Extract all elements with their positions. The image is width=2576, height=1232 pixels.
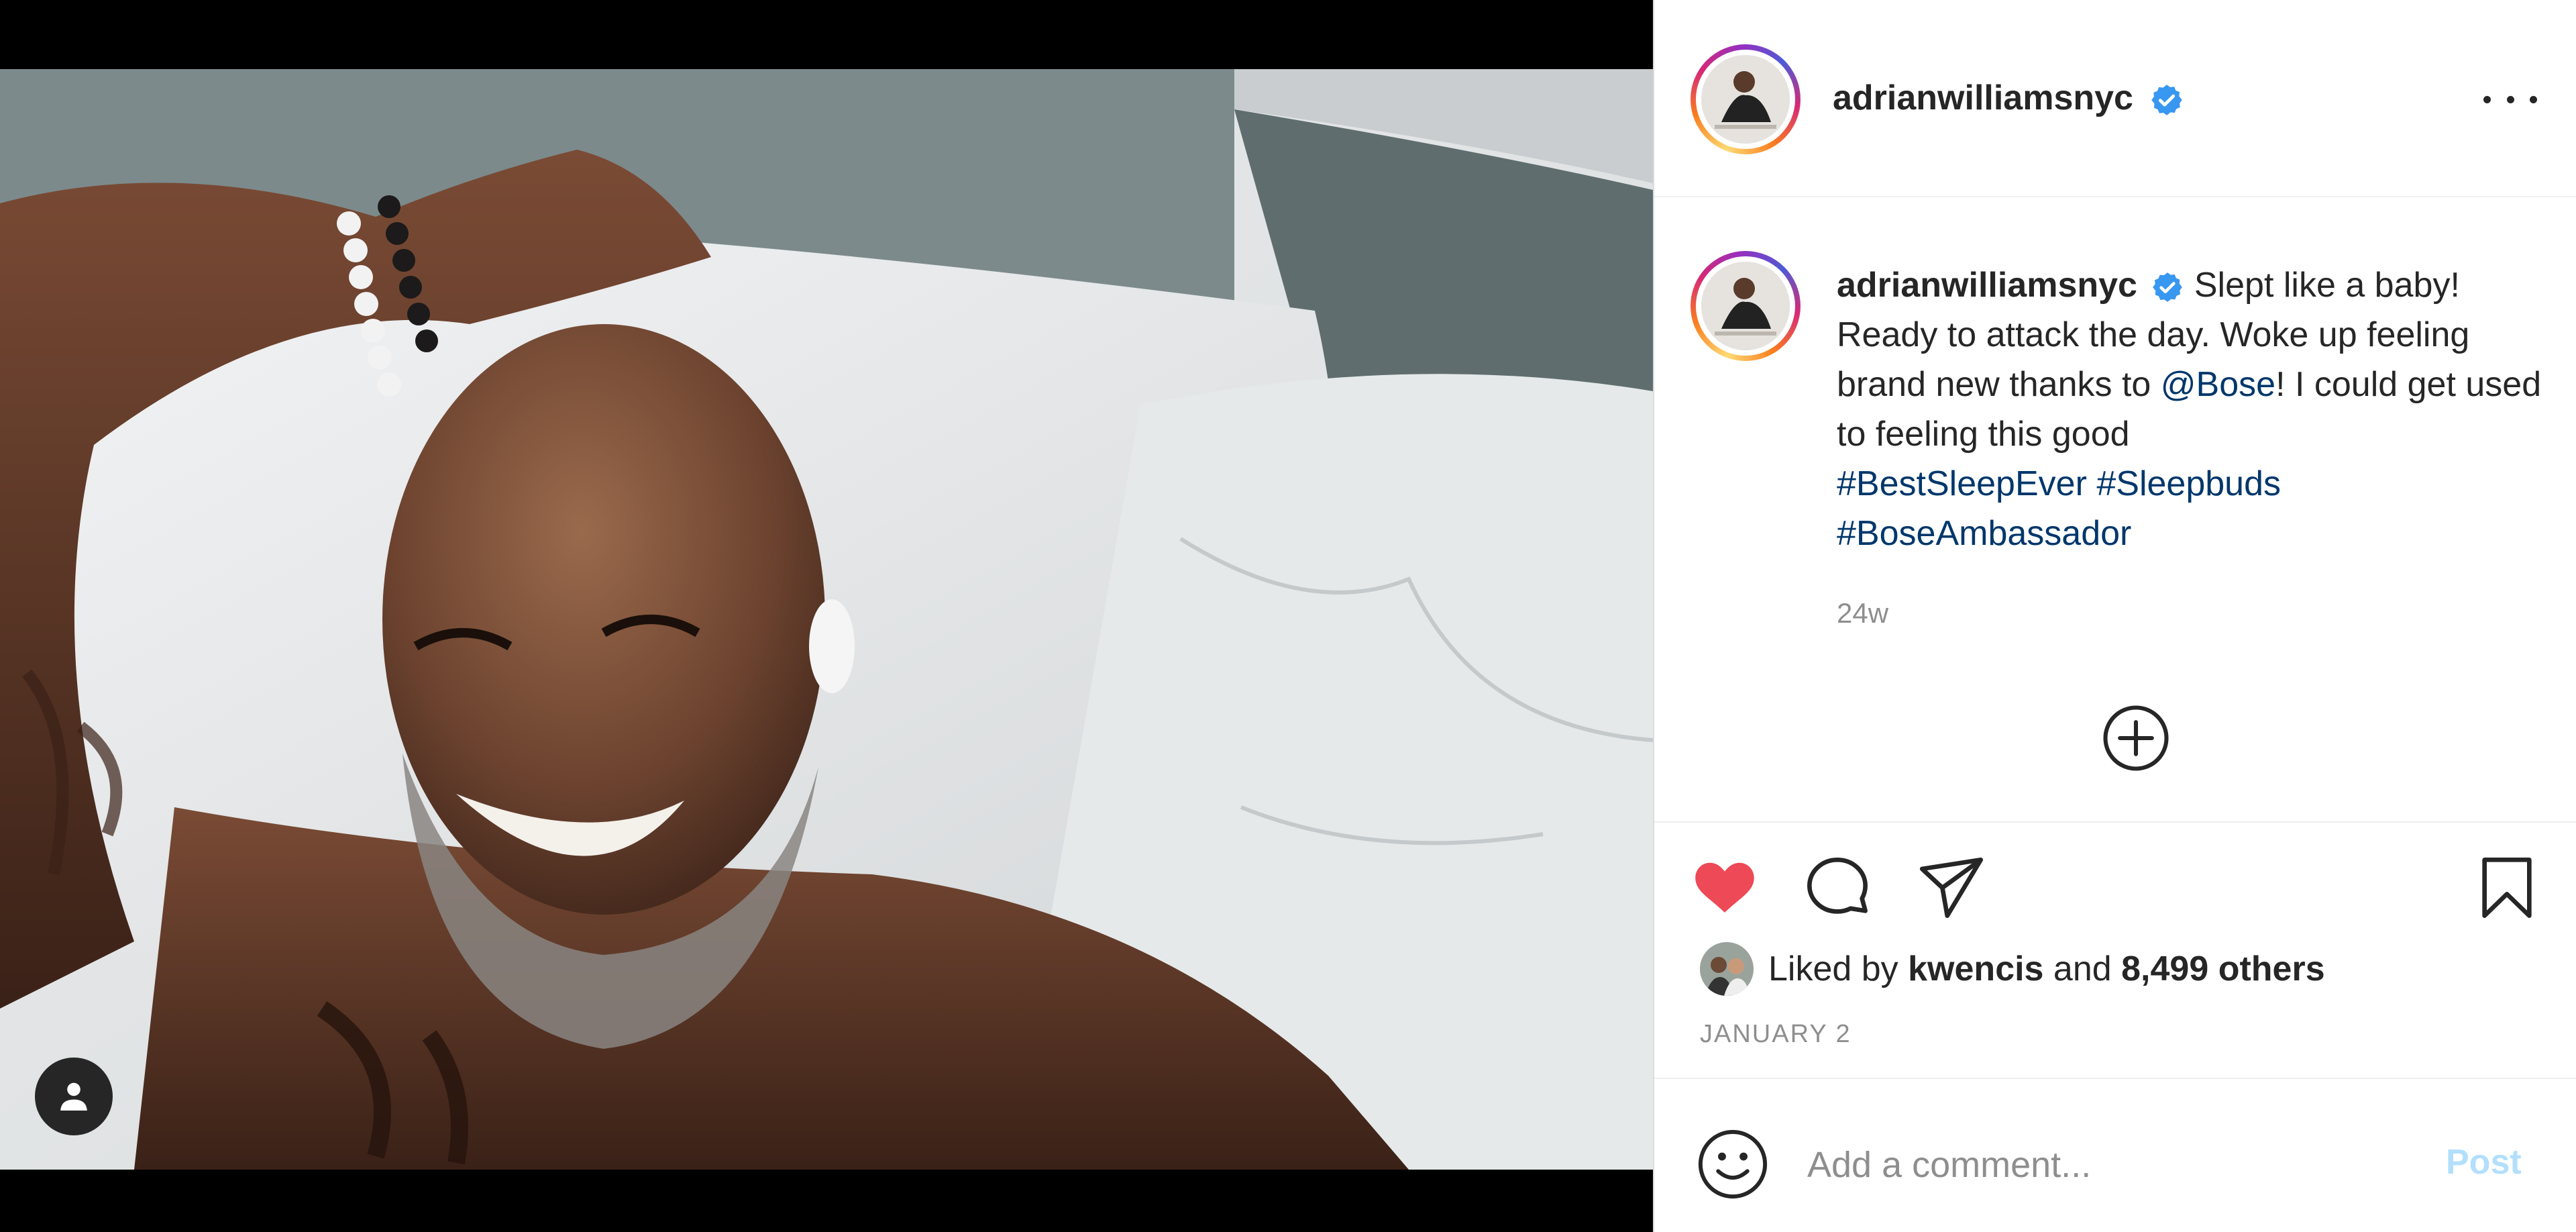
post-actions: Liked by kwencis and 8,499 others JANUAR… <box>1654 823 2576 1079</box>
bookmark-icon <box>2482 858 2532 918</box>
smiley-icon <box>1698 1129 1768 1199</box>
comment-input[interactable] <box>1806 1127 2412 1202</box>
liker-username[interactable]: kwencis <box>1908 949 2043 989</box>
user-tag-icon <box>60 1082 87 1111</box>
header-username[interactable]: adrianwilliamsnyc <box>1833 78 2184 118</box>
likes-summary: Liked by kwencis and 8,499 others <box>1700 942 2325 996</box>
post-photo-illustration <box>0 69 1653 1170</box>
emoji-button[interactable] <box>1696 1127 1770 1201</box>
avatar-image <box>1700 942 1754 996</box>
like-button[interactable] <box>1688 851 1762 925</box>
load-more-comments-button[interactable] <box>2101 703 2171 773</box>
heart-filled-icon <box>1695 862 1754 913</box>
more-options-icon[interactable] <box>2483 86 2537 113</box>
post-photo[interactable] <box>0 69 1653 1170</box>
mention-link[interactable]: @Bose <box>2161 365 2275 404</box>
hashtag-link[interactable]: #BestSleepEver <box>1837 464 2087 503</box>
likes-prefix: Liked by <box>1768 949 1909 988</box>
post-date[interactable]: JANUARY 2 <box>1700 1020 1851 1049</box>
verified-badge-icon <box>2153 272 2183 303</box>
comment-bubble-icon <box>1807 858 1868 914</box>
caption-text: adrianwilliamsnyc Slept like a baby! Rea… <box>1837 260 2548 558</box>
save-button[interactable] <box>2470 851 2544 925</box>
share-button[interactable] <box>1915 851 1988 925</box>
post-media-pane <box>0 0 1653 1232</box>
paper-plane-icon <box>1919 858 1984 918</box>
tag-user-button[interactable] <box>35 1058 113 1135</box>
dot <box>2483 95 2491 103</box>
avatar-image <box>1701 55 1790 144</box>
dot <box>2506 95 2514 103</box>
comment-bar: Post <box>1654 1079 2576 1232</box>
username-text[interactable]: adrianwilliamsnyc <box>1833 79 2133 117</box>
profile-avatar[interactable] <box>1690 44 1801 154</box>
plus-circle-icon <box>2103 705 2169 771</box>
post-comment-button[interactable]: Post <box>2446 1142 2522 1182</box>
hashtag-link[interactable]: #Sleepbuds <box>2096 464 2281 503</box>
caption-avatar[interactable] <box>1690 251 1801 361</box>
dot <box>2530 95 2537 103</box>
likes-middle: and <box>2043 949 2122 988</box>
avatar-image <box>1701 262 1790 350</box>
post-side-panel: adrianwilliamsnyc adrianwilliamsnyc Slep… <box>1653 0 2576 1232</box>
hashtag-link[interactable]: #BoseAmbassador <box>1837 514 2131 553</box>
verified-badge-icon <box>2151 85 2183 116</box>
comment-button[interactable] <box>1801 851 1874 925</box>
relative-timestamp[interactable]: 24w <box>1837 597 1888 629</box>
liker-avatar[interactable] <box>1700 942 1754 996</box>
caption-username[interactable]: adrianwilliamsnyc <box>1837 266 2137 305</box>
post-header: adrianwilliamsnyc <box>1654 0 2576 197</box>
post-caption-section: adrianwilliamsnyc Slept like a baby! Rea… <box>1654 197 2576 823</box>
likes-count[interactable]: 8,499 others <box>2121 949 2325 989</box>
